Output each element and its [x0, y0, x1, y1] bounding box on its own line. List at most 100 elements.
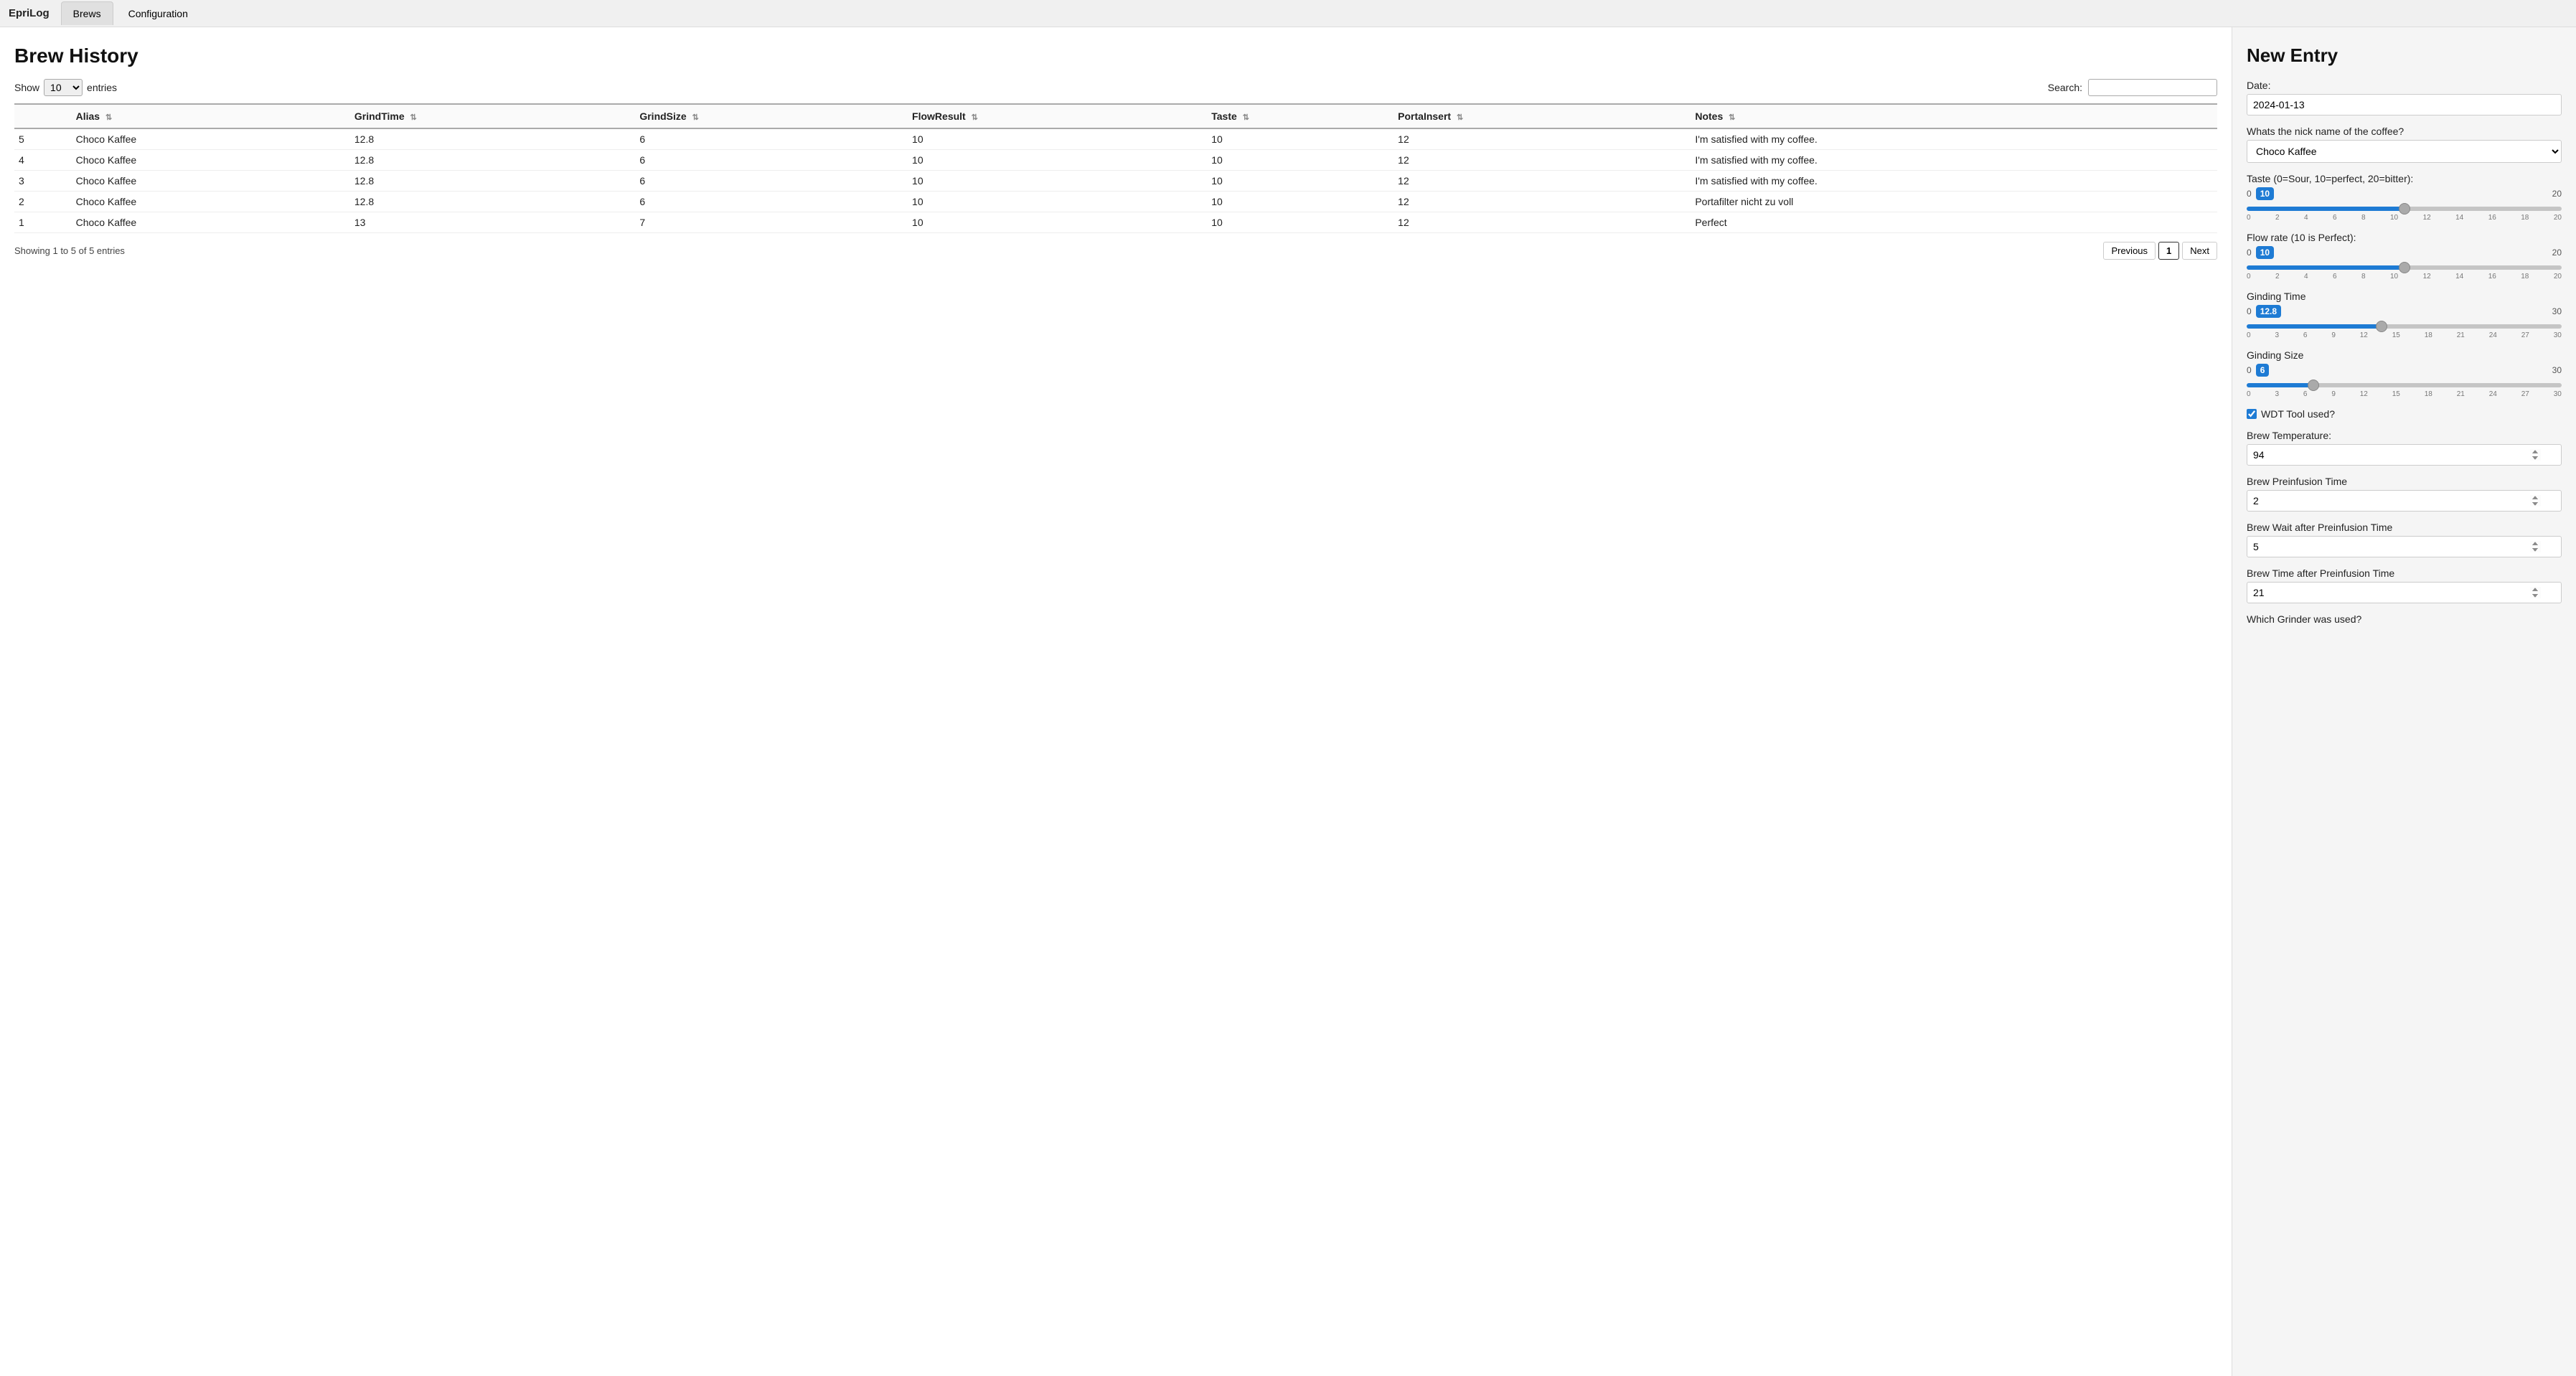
table-cell-portaInsert: 12: [1393, 171, 1691, 192]
table-cell-notes: Portafilter nicht zu voll: [1691, 192, 2217, 212]
brew-preinf-group: Brew Preinfusion Time: [2247, 476, 2562, 512]
search-label: Search:: [2048, 82, 2082, 93]
table-cell-taste: 10: [1207, 150, 1393, 171]
col-header-num[interactable]: [14, 104, 72, 128]
page-title: Brew History: [14, 44, 2217, 67]
tick-15: 15: [2392, 390, 2400, 398]
flow-slider[interactable]: [2247, 265, 2562, 270]
taste-slider-group: Taste (0=Sour, 10=perfect, 20=bitter): 0…: [2247, 173, 2562, 222]
brew-preinf-input[interactable]: [2247, 490, 2562, 512]
search-input[interactable]: [2088, 79, 2217, 96]
col-header-alias[interactable]: Alias ⇅: [72, 104, 350, 128]
wdt-checkbox[interactable]: [2247, 409, 2257, 419]
left-panel: Brew History Show 5102550100 entries Sea…: [0, 27, 2232, 1376]
col-header-grindTime[interactable]: GrindTime ⇅: [350, 104, 635, 128]
table-cell-taste: 10: [1207, 212, 1393, 233]
grind-size-value-row: 0 6 30: [2247, 364, 2562, 377]
brew-time-input[interactable]: [2247, 582, 2562, 603]
tick-10: 10: [2390, 214, 2398, 222]
col-header-grindSize[interactable]: GrindSize ⇅: [635, 104, 908, 128]
flow-ticks: 02468101214161820: [2247, 273, 2562, 281]
tick-6: 6: [2303, 390, 2308, 398]
brew-wait-input[interactable]: [2247, 536, 2562, 557]
table-cell-flowResult: 10: [908, 150, 1207, 171]
show-entries-control: Show 5102550100 entries: [14, 79, 117, 96]
taste-value-badge: 10: [2256, 187, 2274, 200]
tick-16: 16: [2488, 273, 2496, 281]
table-row[interactable]: 4Choco Kaffee12.86101012I'm satisfied wi…: [14, 150, 2217, 171]
tick-14: 14: [2455, 273, 2463, 281]
col-header-notes[interactable]: Notes ⇅: [1691, 104, 2217, 128]
table-cell-grindTime: 13: [350, 212, 635, 233]
tick-16: 16: [2488, 214, 2496, 222]
page-1-button[interactable]: 1: [2158, 242, 2179, 260]
table-row[interactable]: 2Choco Kaffee12.86101012Portafilter nich…: [14, 192, 2217, 212]
tick-18: 18: [2521, 214, 2529, 222]
table-controls: Show 5102550100 entries Search:: [14, 79, 2217, 96]
date-input[interactable]: [2247, 94, 2562, 116]
sort-icon-portaInsert: ⇅: [1457, 113, 1463, 122]
tick-2: 2: [2275, 214, 2280, 222]
grind-time-slider[interactable]: [2247, 324, 2562, 329]
tick-30: 30: [2554, 331, 2562, 339]
tick-18: 18: [2425, 390, 2432, 398]
tick-14: 14: [2455, 214, 2463, 222]
taste-value-row: 0 10 20: [2247, 187, 2562, 200]
main-layout: Brew History Show 5102550100 entries Sea…: [0, 27, 2576, 1376]
tick-6: 6: [2333, 273, 2337, 281]
taste-slider[interactable]: [2247, 207, 2562, 211]
tick-10: 10: [2390, 273, 2398, 281]
table-cell-num: 5: [14, 128, 72, 150]
col-header-flowResult[interactable]: FlowResult ⇅: [908, 104, 1207, 128]
tick-12: 12: [2360, 331, 2368, 339]
table-cell-notes: Perfect: [1691, 212, 2217, 233]
prev-button[interactable]: Previous: [2103, 242, 2156, 260]
table-cell-flowResult: 10: [908, 192, 1207, 212]
tick-3: 3: [2275, 390, 2279, 398]
flow-min-display: 0: [2247, 248, 2252, 258]
sort-icon-flowResult: ⇅: [972, 113, 978, 122]
wdt-checkbox-group: WDT Tool used?: [2247, 408, 2562, 420]
brew-wait-group: Brew Wait after Preinfusion Time: [2247, 522, 2562, 557]
grind-time-ticks: 036912151821242730: [2247, 331, 2562, 339]
table-cell-num: 3: [14, 171, 72, 192]
table-cell-alias: Choco Kaffee: [72, 128, 350, 150]
table-cell-grindTime: 12.8: [350, 171, 635, 192]
col-header-portaInsert[interactable]: PortaInsert ⇅: [1393, 104, 1691, 128]
brew-wait-wrap: [2247, 536, 2562, 557]
nav-tab-configuration[interactable]: Configuration: [116, 1, 200, 25]
table-row[interactable]: 3Choco Kaffee12.86101012I'm satisfied wi…: [14, 171, 2217, 192]
table-cell-grindTime: 12.8: [350, 150, 635, 171]
nav-tab-brews[interactable]: Brews: [61, 1, 113, 25]
tick-0: 0: [2247, 214, 2251, 222]
show-label: Show: [14, 82, 39, 93]
tick-24: 24: [2489, 390, 2497, 398]
table-cell-flowResult: 10: [908, 171, 1207, 192]
brew-temp-input[interactable]: [2247, 444, 2562, 466]
sort-icon-grindTime: ⇅: [410, 113, 417, 122]
tick-6: 6: [2333, 214, 2337, 222]
table-cell-grindTime: 12.8: [350, 128, 635, 150]
grind-size-slider[interactable]: [2247, 383, 2562, 387]
table-cell-portaInsert: 12: [1393, 128, 1691, 150]
col-header-taste[interactable]: Taste ⇅: [1207, 104, 1393, 128]
tick-4: 4: [2304, 214, 2308, 222]
next-button[interactable]: Next: [2182, 242, 2217, 260]
table-cell-notes: I'm satisfied with my coffee.: [1691, 150, 2217, 171]
brew-preinf-label: Brew Preinfusion Time: [2247, 476, 2562, 487]
grind-size-max-display: 30: [2552, 365, 2562, 375]
table-row[interactable]: 1Choco Kaffee137101012Perfect: [14, 212, 2217, 233]
brew-temp-wrap: [2247, 444, 2562, 466]
wdt-label[interactable]: WDT Tool used?: [2261, 408, 2335, 420]
brew-time-group: Brew Time after Preinfusion Time: [2247, 567, 2562, 603]
flow-slider-group: Flow rate (10 is Perfect): 0 10 20 02468…: [2247, 232, 2562, 281]
coffee-name-select[interactable]: Choco Kaffee: [2247, 140, 2562, 163]
tick-24: 24: [2489, 331, 2497, 339]
flow-value-badge: 10: [2256, 246, 2274, 259]
tick-2: 2: [2275, 273, 2280, 281]
table-row[interactable]: 5Choco Kaffee12.86101012I'm satisfied wi…: [14, 128, 2217, 150]
table-cell-flowResult: 10: [908, 212, 1207, 233]
taste-ticks: 02468101214161820: [2247, 214, 2562, 222]
table-cell-grindSize: 6: [635, 150, 908, 171]
entries-select[interactable]: 5102550100: [44, 79, 83, 96]
